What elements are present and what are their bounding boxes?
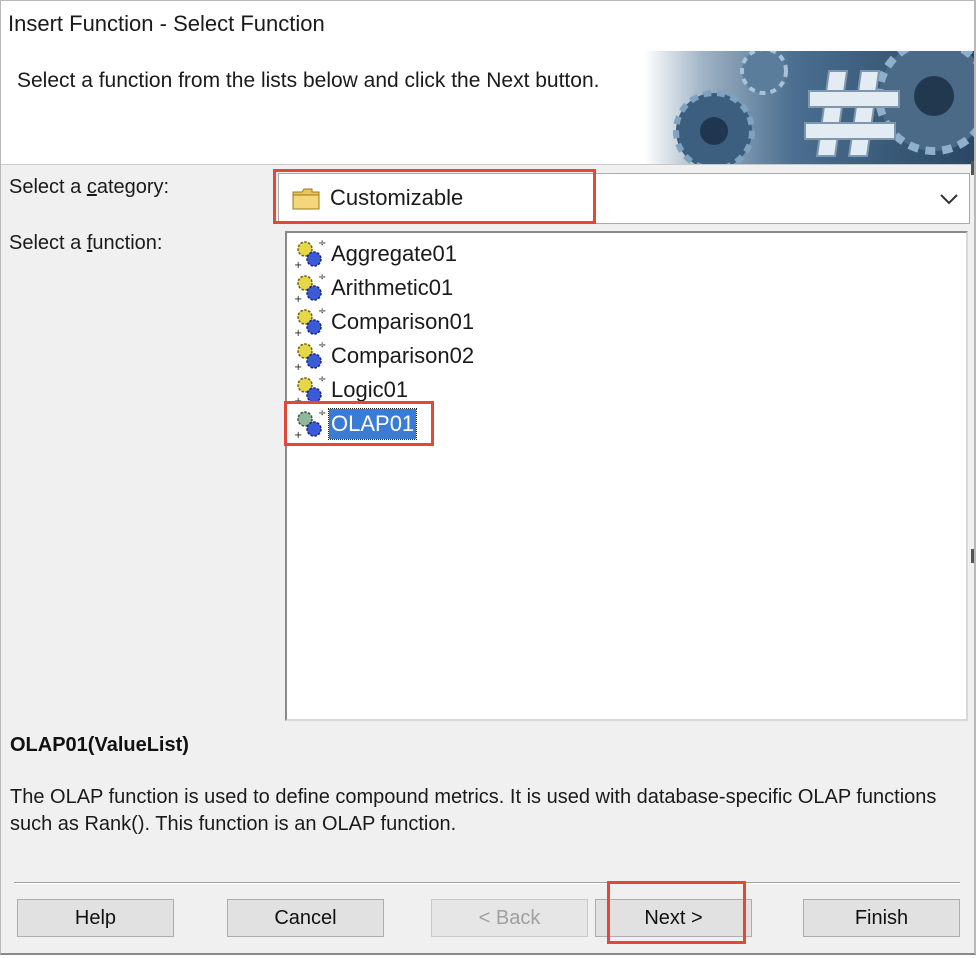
divider	[14, 882, 960, 884]
svg-text:+: +	[294, 328, 302, 338]
category-dropdown[interactable]: Customizable	[278, 173, 970, 224]
category-label: Select a category:	[9, 176, 170, 198]
list-item-label: Logic01	[331, 377, 409, 402]
edge-mark	[971, 549, 974, 563]
edge-mark	[971, 161, 974, 175]
function-list[interactable]: ÷ + Aggregate01 ÷ + Arithmetic01 ÷ + Compar…	[285, 231, 968, 721]
svg-text:+: +	[294, 294, 302, 304]
svg-text:÷: ÷	[318, 340, 326, 351]
list-item-label: Aggregate01	[331, 241, 457, 266]
list-item[interactable]: ÷ + Logic01	[291, 374, 410, 406]
svg-text:÷: ÷	[318, 238, 326, 249]
svg-text:+: +	[294, 396, 302, 406]
chevron-down-icon[interactable]	[939, 192, 959, 206]
list-item[interactable]: ÷ + Comparison01	[291, 306, 476, 338]
folder-icon	[292, 188, 320, 210]
function-gear-icon: ÷+	[294, 238, 326, 270]
gears-banner-image	[644, 51, 974, 164]
list-item-selected[interactable]: ÷ + OLAP01	[291, 408, 418, 440]
list-item-label: Comparison01	[331, 309, 475, 334]
list-item-label: OLAP01	[327, 408, 418, 440]
svg-text:+: +	[294, 430, 302, 440]
function-gear-icon: ÷+	[294, 408, 326, 440]
list-item-label: Comparison02	[331, 343, 475, 368]
title-bar: Insert Function - Select Function	[1, 1, 974, 51]
finish-button[interactable]: Finish	[803, 899, 960, 937]
function-description: The OLAP function is used to define comp…	[10, 786, 937, 835]
back-button[interactable]: < Back	[431, 899, 588, 937]
svg-text:÷: ÷	[318, 306, 326, 317]
function-gear-icon: ÷+	[294, 340, 326, 372]
list-item-label: Arithmetic01	[331, 275, 454, 300]
svg-text:÷: ÷	[318, 408, 326, 419]
function-signature: OLAP01(ValueList)	[10, 734, 189, 756]
next-button[interactable]: Next >	[595, 899, 752, 937]
instruction-text: Select a function from the lists below a…	[17, 69, 600, 92]
list-item[interactable]: ÷ + Arithmetic01	[291, 272, 455, 304]
function-gear-icon: ÷+	[294, 374, 326, 406]
function-gear-icon: ÷+	[294, 272, 326, 304]
insert-function-dialog: Insert Function - Select Function Select…	[0, 0, 976, 955]
function-label: Select a function:	[9, 232, 163, 254]
category-selected-value: Customizable	[330, 185, 464, 210]
dialog-title: Insert Function - Select Function	[8, 11, 325, 36]
svg-text:+: +	[294, 362, 302, 372]
svg-text:+: +	[294, 260, 302, 270]
list-item[interactable]: ÷ + Comparison02	[291, 340, 476, 372]
list-item[interactable]: ÷ + Aggregate01	[291, 238, 459, 270]
function-gear-icon: ÷+	[294, 306, 326, 338]
cancel-button[interactable]: Cancel	[227, 899, 384, 937]
svg-text:÷: ÷	[318, 374, 326, 385]
header-banner: Select a function from the lists below a…	[1, 51, 974, 165]
help-button[interactable]: Help	[17, 899, 174, 937]
svg-text:÷: ÷	[318, 272, 326, 283]
